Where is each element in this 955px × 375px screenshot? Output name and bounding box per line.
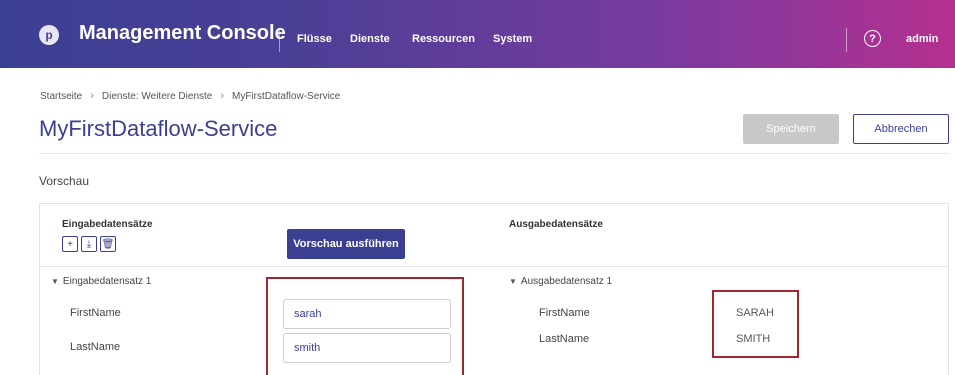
input-record-title: Eingabedatensatz 1 xyxy=(62,276,152,287)
caret-down-icon: ▼ xyxy=(509,277,517,286)
nav-item-system[interactable]: System xyxy=(493,33,532,45)
save-button[interactable]: Speichern xyxy=(743,114,839,144)
trash-icon[interactable]: 🗑 xyxy=(100,236,116,252)
breadcrumb-item-current: MyFirstDataflow-Service xyxy=(232,90,341,102)
input-record-toggle[interactable]: ▼ Eingabedatensatz 1 xyxy=(51,276,151,287)
output-record-title: Ausgabedatensatz 1 xyxy=(520,276,613,287)
input-records-header: Eingabedatensätze xyxy=(62,219,153,230)
breadcrumb-item-home[interactable]: Startseite xyxy=(40,91,82,102)
chevron-right-icon: › xyxy=(220,90,225,102)
header-divider xyxy=(279,28,280,52)
nav-item-ressourcen[interactable]: Ressourcen xyxy=(412,33,475,45)
top-bar: p Management Console Flüsse Dienste Ress… xyxy=(0,0,955,68)
preview-section-title: Vorschau xyxy=(39,174,90,188)
page-title: MyFirstDataflow-Service xyxy=(39,116,278,141)
header-divider-right xyxy=(846,28,847,52)
help-icon[interactable]: ? xyxy=(864,30,881,47)
input-field-label-firstname: FirstName xyxy=(70,307,121,319)
caret-down-icon: ▼ xyxy=(51,277,59,286)
run-preview-button[interactable]: Vorschau ausführen xyxy=(287,229,405,259)
input-highlight-box xyxy=(266,277,464,375)
output-records-header: Ausgabedatensätze xyxy=(509,219,603,230)
breadcrumb: Startseite › Dienste: Weitere Dienste › … xyxy=(40,90,340,102)
download-icon[interactable]: ⤓ xyxy=(81,236,97,252)
add-record-icon[interactable]: + xyxy=(62,236,78,252)
app-logo-icon[interactable]: p xyxy=(39,25,59,45)
output-field-label-firstname: FirstName xyxy=(539,307,590,319)
chevron-right-icon: › xyxy=(90,90,94,102)
output-record-toggle[interactable]: ▼ Ausgabedatensatz 1 xyxy=(509,276,612,287)
cancel-button[interactable]: Abbrechen xyxy=(853,114,949,144)
nav-item-fluesse[interactable]: Flüsse xyxy=(297,33,332,45)
output-highlight-box xyxy=(712,290,799,358)
breadcrumb-item-services[interactable]: Dienste: Weitere Dienste xyxy=(102,91,212,102)
panel-header-divider xyxy=(39,266,949,267)
preview-panel xyxy=(39,203,949,375)
user-menu[interactable]: admin xyxy=(906,33,938,45)
output-field-label-lastname: LastName xyxy=(539,333,590,345)
nav-item-dienste[interactable]: Dienste xyxy=(350,33,390,45)
input-field-label-lastname: LastName xyxy=(70,341,121,353)
title-divider xyxy=(39,153,949,154)
app-title[interactable]: Management Console xyxy=(79,22,286,45)
